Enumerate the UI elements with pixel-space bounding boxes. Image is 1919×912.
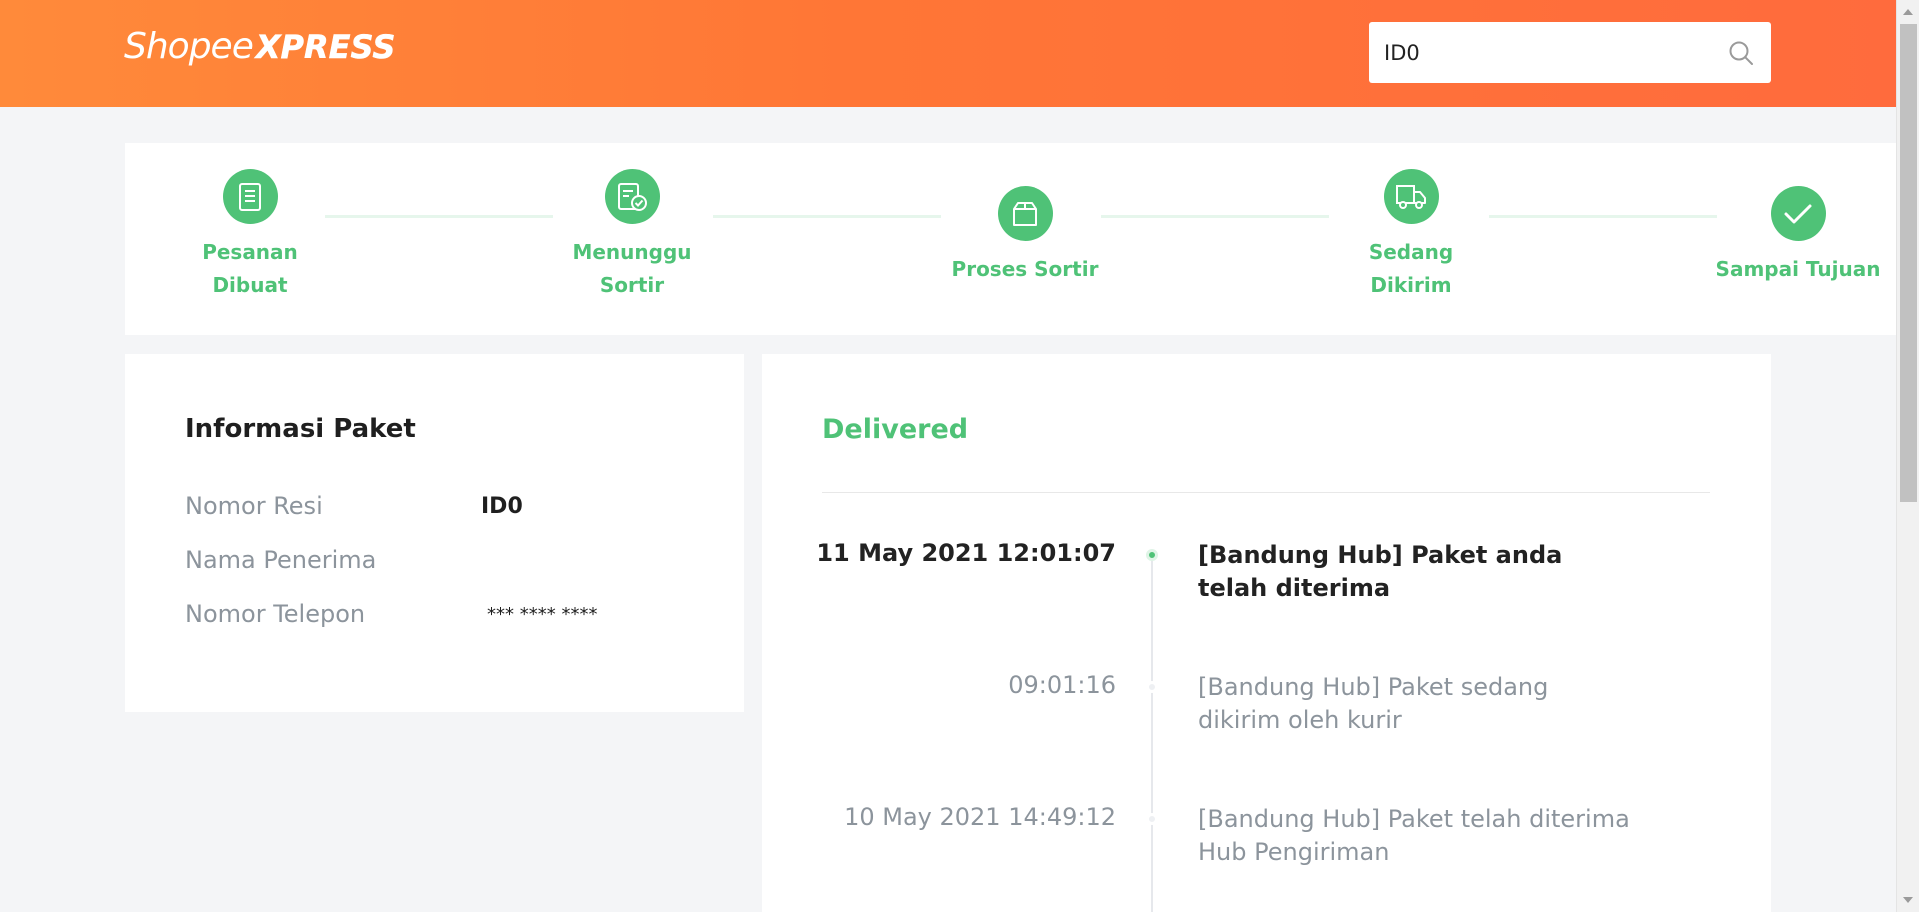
- logo-xpress-text: XPRESS: [255, 28, 396, 67]
- step-label: Proses Sortir: [951, 257, 1099, 281]
- nomor-resi-label: Nomor Resi: [185, 492, 323, 520]
- event-description: [Bandung Hub] Paket anda telah diterima: [1198, 541, 1563, 602]
- step-connector: [1489, 215, 1717, 218]
- site-header: Shopee XPRESS: [0, 0, 1896, 107]
- scroll-up-arrow-icon[interactable]: [1903, 9, 1913, 15]
- nomor-telepon-label: Nomor Telepon: [185, 600, 366, 628]
- step-menunggu-sortir: Menunggu Sortir: [532, 169, 732, 302]
- event-description: [Bandung Hub] Paket telah diterima Hub P…: [1198, 805, 1630, 866]
- shopee-xpress-logo[interactable]: Shopee XPRESS: [124, 26, 396, 76]
- nomor-telepon-value: *** **** ****: [487, 604, 598, 625]
- step-pesanan-dibuat: Pesanan Dibuat: [150, 169, 350, 302]
- step-proses-sortir: Proses Sortir: [925, 186, 1125, 286]
- step-label: Pesanan Dibuat: [202, 240, 298, 297]
- check-icon: [1770, 186, 1826, 241]
- event-description: [Bandung Hub] Paket sedang dikirim oleh …: [1198, 673, 1549, 734]
- nama-penerima-label: Nama Penerima: [185, 546, 377, 574]
- tracking-search-box: [1369, 22, 1771, 83]
- delivery-progress-steps: Pesanan Dibuat Menunggu Sortir Proses So…: [125, 143, 1896, 335]
- divider: [822, 492, 1710, 493]
- tracking-search-input[interactable]: [1369, 22, 1709, 83]
- box-icon: [997, 186, 1053, 241]
- step-connector: [325, 215, 553, 218]
- step-sedang-dikirim: Sedang Dikirim: [1311, 169, 1511, 302]
- truck-icon: [1383, 169, 1439, 224]
- event-time: 09:01:16: [1008, 671, 1116, 699]
- timeline-dot: [1146, 549, 1158, 561]
- package-info-card: Informasi Paket Nomor Resi ID0 Nama Pene…: [125, 354, 744, 712]
- scroll-down-arrow-icon[interactable]: [1903, 897, 1913, 903]
- step-connector: [1101, 215, 1329, 218]
- timeline-dot: [1146, 681, 1158, 693]
- document-icon: [222, 169, 278, 224]
- search-icon[interactable]: [1728, 40, 1754, 66]
- step-label: Sedang Dikirim: [1368, 240, 1454, 297]
- step-sampai-tujuan: Sampai Tujuan: [1698, 186, 1898, 286]
- info-title: Informasi Paket: [185, 414, 416, 444]
- tracking-history-card: Delivered 11 May 2021 12:01:07 [Bandung …: [762, 354, 1771, 912]
- event-time: 10 May 2021 14:49:12: [844, 803, 1116, 831]
- step-connector: [713, 215, 941, 218]
- step-label: Sampai Tujuan: [1715, 257, 1881, 281]
- logo-shopee-text: Shopee: [124, 26, 254, 67]
- timeline-dot: [1146, 813, 1158, 825]
- page-scrollbar[interactable]: [1896, 0, 1919, 912]
- step-label: Menunggu Sortir: [572, 240, 692, 297]
- delivery-status: Delivered: [822, 414, 969, 445]
- event-time: 11 May 2021 12:01:07: [816, 539, 1116, 567]
- scrollbar-thumb[interactable]: [1900, 24, 1917, 502]
- timeline-line: [1151, 554, 1153, 912]
- document-check-icon: [604, 169, 660, 224]
- nomor-resi-value: ID0: [481, 494, 523, 519]
